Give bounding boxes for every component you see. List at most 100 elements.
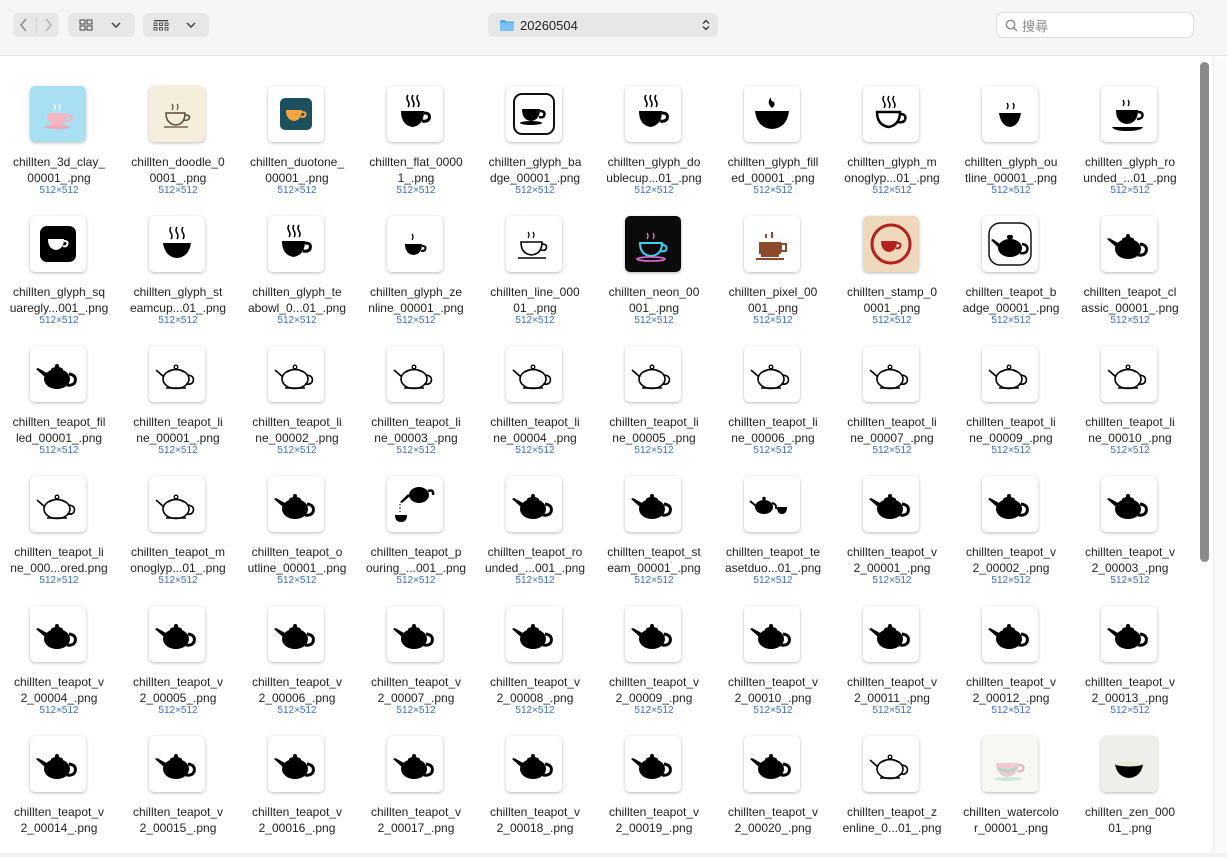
file-item[interactable]: chillten_teapot_v 2_00019_.png <box>595 707 713 837</box>
file-item[interactable]: chillten_teapot_li ne_00007_.png 512×512 <box>833 317 951 456</box>
file-thumbnail[interactable] <box>268 86 324 142</box>
file-item[interactable]: chillten_teapot_li ne_00003_.png 512×512 <box>357 317 475 456</box>
file-thumbnail[interactable] <box>30 86 86 142</box>
file-thumbnail[interactable] <box>387 216 443 272</box>
file-thumbnail[interactable] <box>744 86 800 142</box>
file-item[interactable]: chillten_teapot_st eam_00001_.png 512×512 <box>595 447 713 586</box>
file-item[interactable]: chillten_teapot_v 2_00018_.png <box>476 707 594 837</box>
file-item[interactable]: chillten_teapot_o utline_00001_.png 512×51… <box>238 447 356 586</box>
file-item[interactable]: chillten_watercolo r_00001_.png <box>952 707 1070 837</box>
file-item[interactable]: chillten_glyph_ba dge_00001_.png 512×512 <box>476 57 594 196</box>
file-thumbnail[interactable] <box>982 606 1038 662</box>
file-thumbnail[interactable] <box>387 86 443 142</box>
file-thumbnail[interactable] <box>863 346 919 402</box>
file-item[interactable]: chillten_teapot_li ne_00009_.png 512×512 <box>952 317 1070 456</box>
file-thumbnail[interactable] <box>1101 346 1157 402</box>
file-item[interactable]: chillten_teapot_v 2_00017_.png <box>357 707 475 837</box>
file-thumbnail[interactable] <box>268 346 324 402</box>
file-thumbnail[interactable] <box>625 606 681 662</box>
file-item[interactable]: chillten_teapot_z enline_0...01_.png <box>833 707 951 837</box>
group-by-button[interactable] <box>143 13 209 37</box>
file-item[interactable]: chillten_flat_0000 1_.png 512×512 <box>357 57 475 196</box>
file-thumbnail[interactable] <box>30 216 86 272</box>
file-thumbnail[interactable] <box>744 216 800 272</box>
file-item[interactable]: chillten_teapot_li ne_00006_.png 512×512 <box>714 317 832 456</box>
file-thumbnail[interactable] <box>149 736 205 792</box>
file-thumbnail[interactable] <box>744 346 800 402</box>
file-thumbnail[interactable] <box>149 476 205 532</box>
file-item[interactable]: chillten_doodle_0 0001_.png 512×512 <box>119 57 237 196</box>
view-mode-button[interactable] <box>68 13 135 37</box>
file-thumbnail[interactable] <box>1101 216 1157 272</box>
file-thumbnail[interactable] <box>387 476 443 532</box>
scrollbar-track[interactable] <box>1213 57 1227 857</box>
file-item[interactable]: chillten_pixel_00 001_.png 512×512 <box>714 187 832 326</box>
file-item[interactable]: chillten_teapot_v 2_00020_.png <box>714 707 832 837</box>
forward-button[interactable] <box>37 13 60 37</box>
file-thumbnail[interactable] <box>744 606 800 662</box>
file-item[interactable]: chillten_glyph_ro unded_...01_.png 512×512 <box>1071 57 1189 196</box>
file-thumbnail[interactable] <box>506 476 562 532</box>
file-item[interactable]: chillten_glyph_sq uaregly...001_.png 512×5… <box>0 187 118 326</box>
file-item[interactable]: chillten_teapot_v 2_00007_.png 512×512 <box>357 577 475 716</box>
file-thumbnail[interactable] <box>863 86 919 142</box>
file-item[interactable]: chillten_teapot_v 2_00001_.png 512×512 <box>833 447 951 586</box>
file-thumbnail[interactable] <box>268 476 324 532</box>
file-thumbnail[interactable] <box>863 736 919 792</box>
file-item[interactable]: chillten_teapot_v 2_00011_.png 512×512 <box>833 577 951 716</box>
file-item[interactable]: chillten_3d_clay_ 00001_.png 512×512 <box>0 57 118 196</box>
file-thumbnail[interactable] <box>863 216 919 272</box>
file-thumbnail[interactable] <box>506 346 562 402</box>
file-item[interactable]: chillten_glyph_fill ed_00001_.png 512×512 <box>714 57 832 196</box>
file-item[interactable]: chillten_glyph_st eamcup...01_.png 512×512 <box>119 187 237 326</box>
file-item[interactable]: chillten_glyph_ou tline_00001_.png 512×512 <box>952 57 1070 196</box>
file-item[interactable]: chillten_teapot_v 2_00008_.png 512×512 <box>476 577 594 716</box>
file-item[interactable]: chillten_zen_000 01_.png <box>1071 707 1189 837</box>
file-thumbnail[interactable] <box>30 736 86 792</box>
file-item[interactable]: chillten_teapot_v 2_00010_.png 512×512 <box>714 577 832 716</box>
file-thumbnail[interactable] <box>1101 606 1157 662</box>
file-thumbnail[interactable] <box>625 476 681 532</box>
file-thumbnail[interactable] <box>387 736 443 792</box>
file-item[interactable]: chillten_teapot_v 2_00015_.png <box>119 707 237 837</box>
file-item[interactable]: chillten_teapot_li ne_00004_.png 512×512 <box>476 317 594 456</box>
file-item[interactable]: chillten_teapot_b adge_00001_.png 512×512 <box>952 187 1070 326</box>
file-item[interactable]: chillten_teapot_v 2_00003_.png 512×512 <box>1071 447 1189 586</box>
file-thumbnail[interactable] <box>863 606 919 662</box>
file-thumbnail[interactable] <box>506 216 562 272</box>
file-thumbnail[interactable] <box>30 346 86 402</box>
file-thumbnail[interactable] <box>30 476 86 532</box>
file-thumbnail[interactable] <box>506 736 562 792</box>
file-item[interactable]: chillten_teapot_li ne_00001_.png 512×512 <box>119 317 237 456</box>
file-item[interactable]: chillten_teapot_v 2_00009_.png 512×512 <box>595 577 713 716</box>
file-item[interactable]: chillten_teapot_m onoglyp...01_.png 512×51… <box>119 447 237 586</box>
file-thumbnail[interactable] <box>863 476 919 532</box>
file-item[interactable]: chillten_teapot_v 2_00004_.png 512×512 <box>0 577 118 716</box>
file-thumbnail[interactable] <box>506 606 562 662</box>
scrollbar-thumb[interactable] <box>1200 62 1209 562</box>
file-item[interactable]: chillten_glyph_do ublecup...01_.png 512×51… <box>595 57 713 196</box>
file-item[interactable]: chillten_teapot_v 2_00016_.png <box>238 707 356 837</box>
file-thumbnail[interactable] <box>268 216 324 272</box>
file-thumbnail[interactable] <box>149 346 205 402</box>
file-thumbnail[interactable] <box>625 86 681 142</box>
search-field[interactable]: 搜尋 <box>996 12 1194 38</box>
file-item[interactable]: chillten_teapot_v 2_00013_.png 512×512 <box>1071 577 1189 716</box>
file-thumbnail[interactable] <box>30 606 86 662</box>
file-thumbnail[interactable] <box>149 216 205 272</box>
file-item[interactable]: chillten_teapot_cl assic_00001_.png 512×51… <box>1071 187 1189 326</box>
file-item[interactable]: chillten_teapot_v 2_00006_.png 512×512 <box>238 577 356 716</box>
file-item[interactable]: chillten_glyph_ze nline_00001_.png 512×512 <box>357 187 475 326</box>
file-thumbnail[interactable] <box>149 86 205 142</box>
file-item[interactable]: chillten_glyph_te abowl_0...01_.png 512×51… <box>238 187 356 326</box>
file-thumbnail[interactable] <box>1101 736 1157 792</box>
file-item[interactable]: chillten_duotone_ 00001_.png 512×512 <box>238 57 356 196</box>
file-thumbnail[interactable] <box>268 736 324 792</box>
file-thumbnail[interactable] <box>268 606 324 662</box>
file-thumbnail[interactable] <box>982 736 1038 792</box>
file-thumbnail[interactable] <box>982 86 1038 142</box>
file-item[interactable]: chillten_teapot_v 2_00012_.png 512×512 <box>952 577 1070 716</box>
file-item[interactable]: chillten_teapot_fil led_00001_.png 512×512 <box>0 317 118 456</box>
file-item[interactable]: chillten_teapot_p ouring_...001_.png 512×5… <box>357 447 475 586</box>
file-thumbnail[interactable] <box>982 346 1038 402</box>
